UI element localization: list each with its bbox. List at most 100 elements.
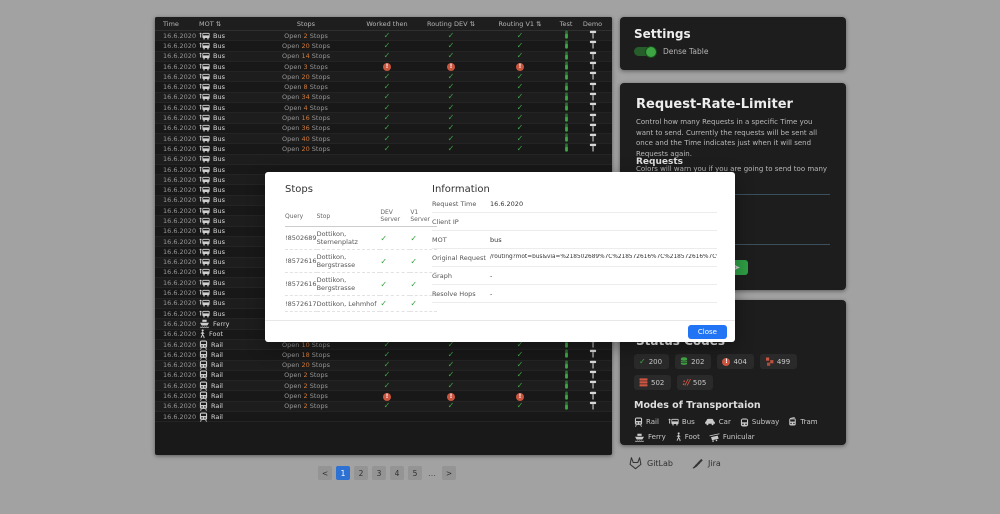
open-stops-link[interactable]: Open 20 Stops [253, 42, 359, 50]
open-stops-link[interactable]: Open 16 Stops [253, 114, 359, 122]
open-stops-link[interactable]: Open 34 Stops [253, 93, 359, 101]
row-status-dev: ✓ [415, 52, 487, 60]
table-row[interactable]: 16.6.2020RailOpen 2 Stops✓✓✓ [155, 381, 612, 391]
footer-link-label: Jira [708, 459, 721, 468]
mode-label: Car [719, 418, 731, 426]
status-code-label: 499 [777, 358, 790, 366]
table-row[interactable]: 16.6.2020BusOpen 20 Stops✓✓✓ [155, 144, 612, 154]
jira-link[interactable]: Jira [691, 458, 721, 469]
column-header-mot[interactable]: MOT ⇅ [199, 20, 253, 28]
table-row[interactable]: 16.6.2020RailOpen 20 Stops✓✓✓ [155, 361, 612, 371]
open-stops-link[interactable]: Open 2 Stops [253, 382, 359, 390]
row-mot-label: Foot [209, 330, 223, 338]
open-stops-link[interactable]: Open 2 Stops [253, 392, 359, 400]
row-mot-label: Bus [213, 63, 225, 71]
table-row[interactable]: 16.6.2020RailOpen 2 Stops!!! [155, 391, 612, 401]
dense-table-toggle[interactable] [634, 47, 656, 56]
open-stops-link[interactable]: Open 20 Stops [253, 73, 359, 81]
row-time: 16.6.2020 [155, 176, 199, 184]
row-status-dev: ✓ [415, 382, 487, 390]
bus-icon [199, 135, 210, 143]
table-row[interactable]: 16.6.2020BusOpen 14 Stops✓✓✓ [155, 52, 612, 62]
success-check-icon: ✓ [517, 350, 524, 359]
row-time: 16.6.2020 [155, 268, 199, 276]
table-row[interactable]: 16.6.2020RailOpen 18 Stops✓✓✓ [155, 350, 612, 360]
row-status-dev: ✓ [415, 361, 487, 369]
hammer-icon [589, 71, 597, 80]
bus-icon [199, 83, 210, 91]
page-button-5[interactable]: 5 [408, 466, 422, 480]
row-status-dev: ! [415, 392, 487, 401]
table-row[interactable]: 16.6.2020BusOpen 3 Stops!!! [155, 62, 612, 72]
column-header-dev[interactable]: Routing DEV ⇅ [415, 20, 487, 28]
page-button-1[interactable]: 1 [336, 466, 350, 480]
test-tube-icon [564, 30, 569, 39]
table-row[interactable]: 16.6.2020BusOpen 34 Stops✓✓✓ [155, 93, 612, 103]
open-stops-link[interactable]: Open 20 Stops [253, 361, 359, 369]
open-stops-link[interactable]: Open 36 Stops [253, 124, 359, 132]
open-stops-link[interactable]: Open 2 Stops [253, 32, 359, 40]
table-row[interactable]: 16.6.2020BusOpen 16 Stops✓✓✓ [155, 113, 612, 123]
row-status-dev: ✓ [415, 124, 487, 132]
modal-footer: Close [265, 320, 735, 342]
row-status-v1: ✓ [487, 351, 553, 359]
open-stops-link[interactable]: Open 20 Stops [253, 145, 359, 153]
rail-icon [199, 350, 208, 360]
next-page-button[interactable]: > [442, 466, 456, 480]
row-mot-label: Bus [213, 114, 225, 122]
table-row[interactable]: 16.6.2020BusOpen 2 Stops✓✓✓ [155, 31, 612, 41]
column-header-v1[interactable]: Routing V1 ⇅ [487, 20, 553, 28]
stop-query: !8572617 [285, 296, 317, 312]
bus-icon [199, 238, 210, 246]
open-stops-link[interactable]: Open 3 Stops [253, 63, 359, 71]
table-row[interactable]: 16.6.2020RailOpen 2 Stops✓✓✓ [155, 371, 612, 381]
table-row[interactable]: 16.6.2020BusOpen 36 Stops✓✓✓ [155, 124, 612, 134]
mode-item-rail: Rail [634, 417, 659, 427]
row-mot-label: Rail [211, 382, 223, 390]
hammer-icon [589, 82, 597, 91]
table-row[interactable]: 16.6.2020RailOpen 2 Stops✓✓✓ [155, 402, 612, 412]
table-row[interactable]: 16.6.2020Bus [155, 155, 612, 165]
test-tube-icon [564, 102, 569, 111]
open-stops-link[interactable]: Open 4 Stops [253, 104, 359, 112]
table-row[interactable]: 16.6.2020Rail [155, 412, 612, 422]
stops-column-header: Stop [317, 207, 381, 227]
rate-limiter-description: Control how many Requests in a specific … [636, 117, 830, 159]
row-mot: Bus [199, 268, 253, 276]
row-mot-label: Bus [213, 155, 225, 163]
page-button-3[interactable]: 3 [372, 466, 386, 480]
open-stops-link[interactable]: Open 2 Stops [253, 402, 359, 410]
open-stops-link[interactable]: Open 2 Stops [253, 371, 359, 379]
close-button[interactable]: Close [688, 325, 727, 339]
hammer-icon [589, 380, 597, 389]
status-code-label: 502 [651, 379, 664, 387]
status-badge-499: 499 [760, 354, 797, 369]
row-time: 16.6.2020 [155, 42, 199, 50]
row-status-worked: ✓ [359, 402, 415, 410]
table-row[interactable]: 16.6.2020BusOpen 40 Stops✓✓✓ [155, 134, 612, 144]
gitlab-link[interactable]: GitLab [628, 456, 673, 470]
open-stops-link[interactable]: Open 18 Stops [253, 351, 359, 359]
open-stops-link[interactable]: Open 8 Stops [253, 83, 359, 91]
prev-page-button[interactable]: < [318, 466, 332, 480]
row-status-v1: ✓ [487, 73, 553, 81]
test-button[interactable] [553, 401, 579, 412]
success-check-icon: ✓ [384, 103, 391, 112]
status-badge-502: 502 [634, 375, 671, 390]
table-row[interactable]: 16.6.2020BusOpen 20 Stops✓✓✓ [155, 41, 612, 51]
row-time: 16.6.2020 [155, 124, 199, 132]
table-row[interactable]: 16.6.2020BusOpen 20 Stops✓✓✓ [155, 72, 612, 82]
info-row: Request Time16.6.2020 [432, 195, 717, 213]
table-row[interactable]: 16.6.2020BusOpen 4 Stops✓✓✓ [155, 103, 612, 113]
page-button-2[interactable]: 2 [354, 466, 368, 480]
demo-button[interactable] [579, 401, 606, 412]
open-stops-link[interactable]: Open 40 Stops [253, 135, 359, 143]
test-tube-icon [564, 113, 569, 122]
open-stops-link[interactable]: Open 14 Stops [253, 52, 359, 60]
table-row[interactable]: 16.6.2020BusOpen 8 Stops✓✓✓ [155, 82, 612, 92]
demo-button[interactable] [579, 143, 606, 154]
status-code-label: 200 [649, 358, 662, 366]
test-button[interactable] [553, 143, 579, 154]
info-value: 16.6.2020 [490, 200, 717, 208]
page-button-4[interactable]: 4 [390, 466, 404, 480]
